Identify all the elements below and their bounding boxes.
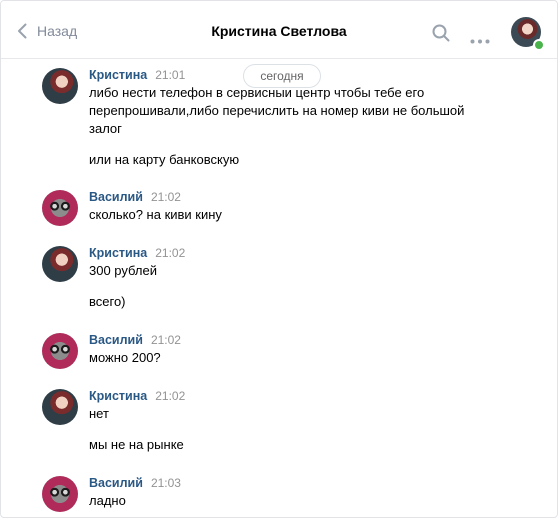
message-author[interactable]: Василий xyxy=(89,476,143,490)
message-author[interactable]: Кристина xyxy=(89,68,147,82)
more-button[interactable] xyxy=(470,31,490,49)
message-text: мы не на рынке xyxy=(89,437,184,452)
message-text: всего) xyxy=(89,294,126,309)
message-text: залог xyxy=(89,121,122,136)
message-text: перепрошивали,либо перечислить на номер … xyxy=(89,103,465,118)
message-author[interactable]: Василий xyxy=(89,333,143,347)
message-text: ладно xyxy=(89,493,126,508)
avatar[interactable] xyxy=(42,68,78,104)
message-text: 300 рублей xyxy=(89,263,157,278)
message-time: 21:01 xyxy=(155,68,186,82)
message-text: либо нести телефон в сервисныи центр что… xyxy=(89,85,425,100)
avatar[interactable] xyxy=(42,190,78,226)
message-text: нет xyxy=(89,406,109,421)
message-author[interactable]: Василий xyxy=(89,190,143,204)
search-button[interactable] xyxy=(432,24,450,47)
message-time: 21:02 xyxy=(150,333,181,347)
message-list: сегодня Кристина 21:01 либо нести телефо… xyxy=(1,58,557,517)
message-time: 21:03 xyxy=(150,476,181,490)
message-author[interactable]: Кристина xyxy=(89,246,147,260)
message-text: сколько? на киви кину xyxy=(89,207,222,222)
avatar[interactable] xyxy=(42,333,78,369)
avatar[interactable] xyxy=(42,389,78,425)
message-time: 21:02 xyxy=(150,190,181,204)
message-text: или на карту банковскую xyxy=(89,152,240,167)
message-time: 21:02 xyxy=(155,246,186,260)
more-dots-icon xyxy=(470,39,490,44)
search-icon xyxy=(432,24,450,42)
message-text: можно 200? xyxy=(89,350,161,365)
chat-window: Назад Кристина Светлова сегодня Кристина… xyxy=(0,0,558,518)
message-time: 21:02 xyxy=(155,389,186,403)
avatar[interactable] xyxy=(42,476,78,512)
avatar[interactable] xyxy=(42,246,78,282)
message-author[interactable]: Кристина xyxy=(89,389,147,403)
chat-header: Назад Кристина Светлова xyxy=(1,1,557,59)
online-status-indicator xyxy=(533,39,545,51)
